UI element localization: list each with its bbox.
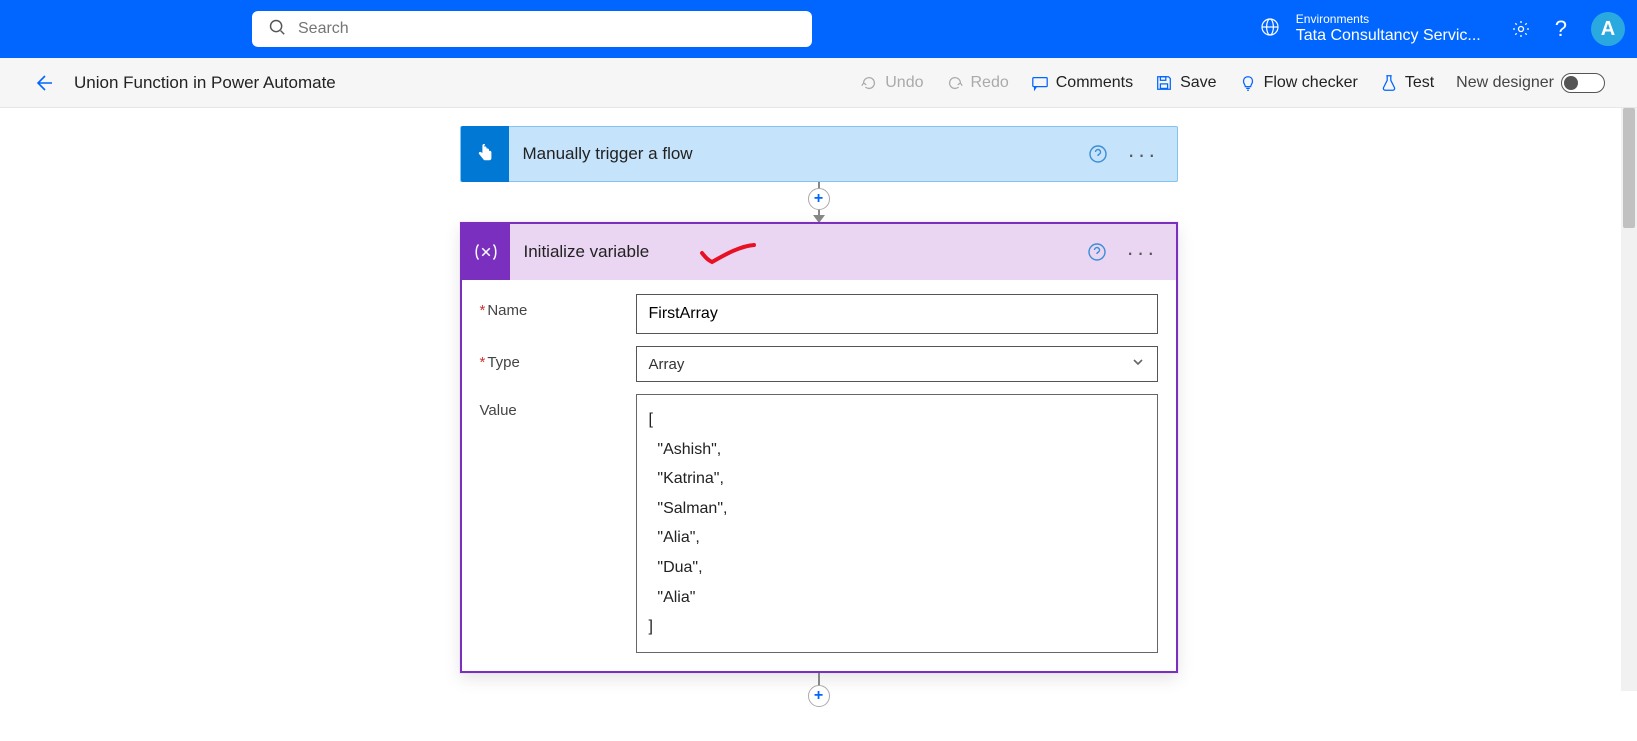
type-value: Array [649,356,685,373]
help-icon[interactable] [1087,242,1107,262]
flow-toolbar: Union Function in Power Automate Undo Re… [0,58,1637,108]
redo-button[interactable]: Redo [946,74,1009,92]
value-label: Value [480,402,517,419]
action-body: *Name *Type Array Value [ "Ashish", "Kat… [462,280,1176,671]
type-label: Type [487,354,520,371]
environment-label: Environments [1296,13,1481,26]
add-step-button[interactable]: + [808,188,830,210]
variable-icon [462,224,510,280]
redo-label: Redo [971,74,1009,92]
save-label: Save [1180,74,1216,92]
environment-picker[interactable]: Environments Tata Consultancy Servic... [1260,13,1481,45]
checkmark-annotation-icon [699,243,757,261]
toggle-switch[interactable] [1561,73,1605,93]
initialize-variable-card[interactable]: Initialize variable ··· *Name *Ty [460,222,1178,673]
undo-button[interactable]: Undo [860,74,923,92]
comments-label: Comments [1056,74,1133,92]
avatar[interactable]: A [1591,12,1625,46]
page-title: Union Function in Power Automate [74,73,336,93]
new-designer-label: New designer [1456,74,1554,92]
test-button[interactable]: Test [1380,74,1434,92]
help-icon[interactable] [1088,144,1108,164]
search-input[interactable] [298,20,796,38]
flow-checker-label: Flow checker [1264,74,1358,92]
scrollbar[interactable] [1621,108,1637,691]
undo-label: Undo [885,74,923,92]
top-nav-bar: Environments Tata Consultancy Servic... … [0,0,1637,58]
save-button[interactable]: Save [1155,74,1216,92]
search-icon [268,18,286,41]
more-icon[interactable]: ··· [1127,247,1158,258]
settings-icon[interactable] [1511,19,1531,39]
variable-name-input[interactable] [636,294,1158,334]
back-button[interactable] [32,72,54,94]
action-title: Initialize variable [524,242,650,262]
add-step-button[interactable]: + [808,685,830,707]
action-header[interactable]: Initialize variable ··· [462,224,1176,280]
step-connector: + [460,673,1178,701]
variable-value-input[interactable]: [ "Ashish", "Katrina", "Salman", "Alia",… [636,394,1158,653]
scrollbar-thumb[interactable] [1623,108,1635,228]
trigger-card[interactable]: Manually trigger a flow ··· [460,126,1178,182]
new-designer-toggle[interactable]: New designer [1456,73,1605,93]
step-connector: + [460,182,1178,222]
search-box[interactable] [252,11,812,47]
environment-name: Tata Consultancy Servic... [1296,26,1481,45]
trigger-icon [461,126,509,182]
test-label: Test [1405,74,1434,92]
trigger-title: Manually trigger a flow [523,144,1088,164]
flow-canvas: Manually trigger a flow ··· + Initialize… [0,108,1637,741]
more-icon[interactable]: ··· [1128,149,1159,160]
chevron-down-icon [1131,355,1145,373]
variable-type-select[interactable]: Array [636,346,1158,382]
comments-button[interactable]: Comments [1031,74,1133,92]
help-icon[interactable]: ? [1555,16,1567,42]
globe-icon [1260,17,1280,42]
name-label: Name [487,302,527,319]
flow-checker-button[interactable]: Flow checker [1239,74,1358,92]
